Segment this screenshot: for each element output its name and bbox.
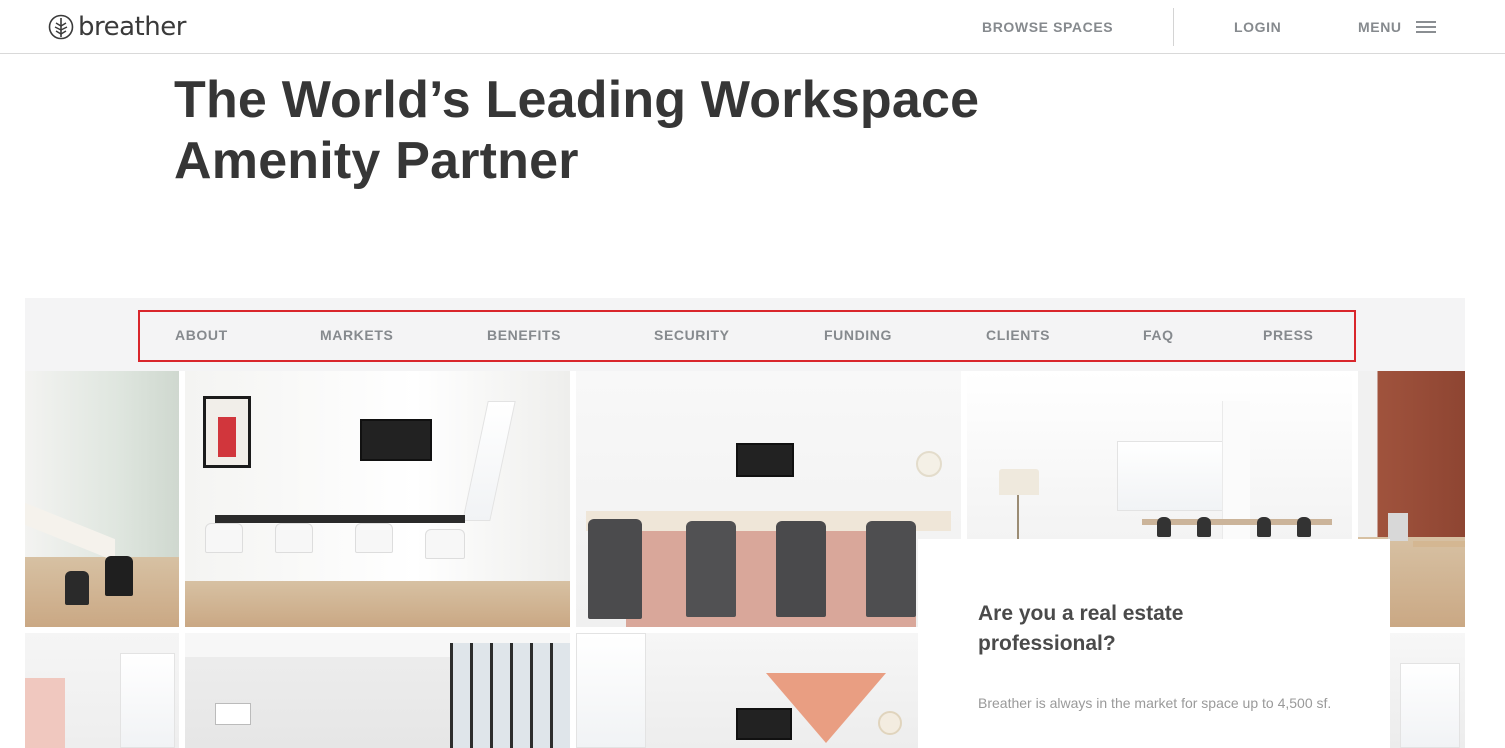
real-estate-card: Are you a real estate professional? Brea… bbox=[918, 539, 1390, 748]
section-nav-about[interactable]: ABOUT bbox=[175, 327, 228, 343]
header-divider bbox=[1173, 8, 1174, 46]
menu-label: MENU bbox=[1358, 19, 1402, 35]
workspace-photo-6 bbox=[25, 633, 179, 748]
card-text: Breather is always in the market for spa… bbox=[978, 695, 1332, 711]
page-title-line-1: The World’s Leading Workspace bbox=[174, 71, 980, 129]
logo-text: breather bbox=[78, 12, 186, 42]
login-link[interactable]: LOGIN bbox=[1234, 18, 1281, 36]
workspace-photo-1 bbox=[25, 371, 179, 627]
workspace-photo-3 bbox=[576, 371, 961, 627]
wall-clock bbox=[916, 451, 942, 477]
workspace-photo-2 bbox=[185, 371, 570, 627]
hamburger-icon bbox=[1415, 21, 1436, 33]
page-title-line-2: Amenity Partner bbox=[174, 132, 579, 190]
section-nav-funding[interactable]: FUNDING bbox=[824, 327, 892, 343]
section-nav: ABOUT MARKETS BENEFITS SECURITY FUNDING … bbox=[25, 298, 1465, 371]
wall-tv bbox=[736, 708, 792, 740]
section-nav-security[interactable]: SECURITY bbox=[654, 327, 730, 343]
workspace-photo-7 bbox=[185, 633, 570, 748]
site-header: breather BROWSE SPACES LOGIN MENU bbox=[0, 0, 1505, 54]
menu-button[interactable]: MENU bbox=[1358, 18, 1436, 36]
page-title: The World’s Leading Workspace Amenity Pa… bbox=[174, 70, 1054, 192]
tree-logo-icon bbox=[48, 14, 74, 40]
wall-tv bbox=[360, 419, 432, 461]
wall-clock bbox=[878, 711, 902, 735]
workspace-photo-8 bbox=[576, 633, 918, 748]
card-title: Are you a real estate professional? bbox=[978, 602, 1184, 655]
section-nav-faq[interactable]: FAQ bbox=[1143, 327, 1174, 343]
wall-tv bbox=[736, 443, 794, 477]
workspace-photo-4 bbox=[967, 371, 1352, 539]
breather-logo[interactable]: breather bbox=[48, 12, 186, 42]
browse-spaces-link[interactable]: BROWSE SPACES bbox=[982, 18, 1113, 36]
section-nav-benefits[interactable]: BENEFITS bbox=[487, 327, 561, 343]
workspace-photo-9 bbox=[1390, 633, 1465, 748]
section-nav-press[interactable]: PRESS bbox=[1263, 327, 1313, 343]
wall-art bbox=[203, 396, 251, 468]
section-nav-clients[interactable]: CLIENTS bbox=[986, 327, 1050, 343]
section-nav-markets[interactable]: MARKETS bbox=[320, 327, 393, 343]
